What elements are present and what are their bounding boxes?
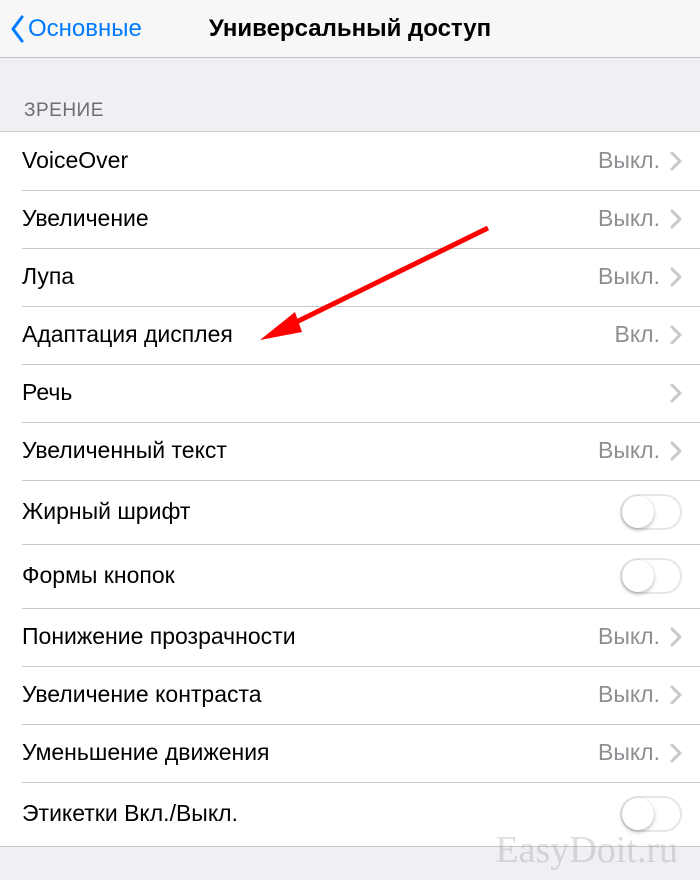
chevron-right-icon [670, 209, 682, 229]
chevron-right-icon [670, 325, 682, 345]
settings-row-value: Выкл. [598, 623, 660, 651]
settings-row-label: Формы кнопок [22, 562, 620, 590]
settings-row-value: Вкл. [615, 321, 660, 349]
settings-row-label: Увеличение контраста [22, 681, 598, 709]
settings-row[interactable]: Понижение прозрачностиВыкл. [0, 608, 700, 666]
settings-row-value: Выкл. [598, 205, 660, 233]
settings-row-label: Этикетки Вкл./Выкл. [22, 800, 620, 828]
settings-row[interactable]: ЛупаВыкл. [0, 248, 700, 306]
toggle-switch[interactable] [620, 796, 682, 832]
chevron-right-icon [670, 685, 682, 705]
settings-row-label: Адаптация дисплея [22, 321, 615, 349]
settings-row-value: Выкл. [598, 263, 660, 291]
chevron-right-icon [670, 441, 682, 461]
chevron-right-icon [670, 267, 682, 287]
settings-row[interactable]: VoiceOverВыкл. [0, 132, 700, 190]
chevron-right-icon [670, 743, 682, 763]
settings-group-vision: VoiceOverВыкл.УвеличениеВыкл.ЛупаВыкл.Ад… [0, 131, 700, 847]
settings-row[interactable]: Речь [0, 364, 700, 422]
chevron-left-icon [10, 15, 26, 43]
settings-row[interactable]: Адаптация дисплеяВкл. [0, 306, 700, 364]
navbar: Основные Универсальный доступ [0, 0, 700, 58]
settings-row-value: Выкл. [598, 681, 660, 709]
settings-row-label: Понижение прозрачности [22, 623, 598, 651]
settings-row-label: Жирный шрифт [22, 498, 620, 526]
settings-row-label: Лупа [22, 263, 598, 291]
chevron-right-icon [670, 151, 682, 171]
settings-row-label: VoiceOver [22, 147, 598, 175]
settings-row[interactable]: Формы кнопок [0, 544, 700, 608]
settings-row[interactable]: Увеличенный текстВыкл. [0, 422, 700, 480]
back-button[interactable]: Основные [10, 15, 142, 43]
toggle-switch[interactable] [620, 558, 682, 594]
settings-row-value: Выкл. [598, 437, 660, 465]
settings-row-value: Выкл. [598, 147, 660, 175]
settings-row[interactable]: Жирный шрифт [0, 480, 700, 544]
toggle-knob [622, 496, 654, 528]
section-header-vision: ЗРЕНИЕ [0, 58, 700, 131]
settings-row-label: Увеличенный текст [22, 437, 598, 465]
toggle-knob [622, 560, 654, 592]
settings-row[interactable]: Уменьшение движенияВыкл. [0, 724, 700, 782]
settings-row[interactable]: Увеличение контрастаВыкл. [0, 666, 700, 724]
settings-row-label: Речь [22, 379, 670, 407]
settings-row[interactable]: УвеличениеВыкл. [0, 190, 700, 248]
back-button-label: Основные [28, 15, 142, 43]
chevron-right-icon [670, 627, 682, 647]
settings-row[interactable]: Этикетки Вкл./Выкл. [0, 782, 700, 846]
chevron-right-icon [670, 383, 682, 403]
toggle-knob [622, 798, 654, 830]
settings-row-value: Выкл. [598, 739, 660, 767]
toggle-switch[interactable] [620, 494, 682, 530]
settings-row-label: Уменьшение движения [22, 739, 598, 767]
settings-row-label: Увеличение [22, 205, 598, 233]
